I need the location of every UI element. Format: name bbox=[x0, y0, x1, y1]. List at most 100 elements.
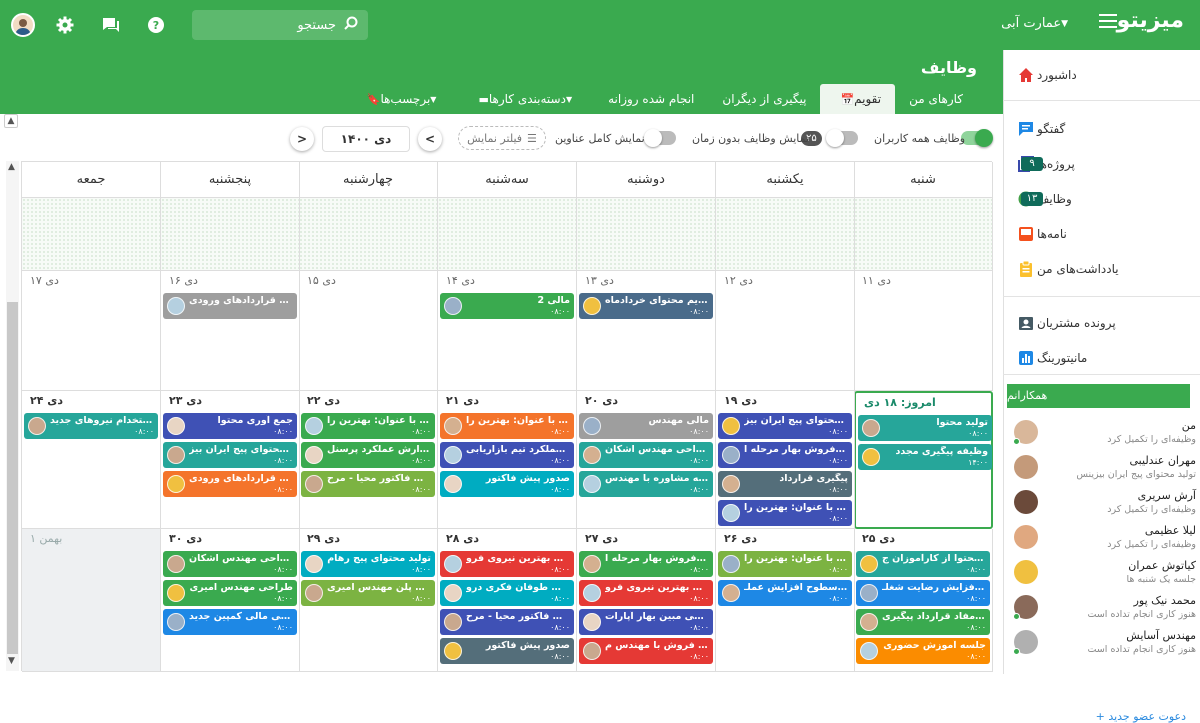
task-event[interactable]: بررسی قراردادهای ورودی bbox=[163, 293, 297, 319]
task-event[interactable]: طراحی پلن مهندس امیری۰۸:۰۰ bbox=[301, 580, 435, 606]
all-users-toggle[interactable] bbox=[961, 129, 993, 147]
task-event[interactable]: مقاله با عنوان: بهترین را...۰۸:۰۰ bbox=[718, 551, 852, 577]
task-event[interactable]: تولید محتوای پیج رهام ۰۸:۰۰ bbox=[301, 551, 435, 577]
sidebar-item[interactable]: وظایف ۱۳ bbox=[1003, 183, 1200, 215]
prev-month-button[interactable]: < bbox=[418, 127, 442, 151]
task-event[interactable]: طراحی مهندس اشکان ۰۸:۰۰ bbox=[579, 442, 713, 468]
calendar-day-cell[interactable]: ۱۹ دیتولید محتوای پیج ایران بیز...۰۸:۰۰ک… bbox=[716, 391, 855, 529]
tab-follow-up[interactable]: پیگیری از دیگران bbox=[708, 84, 820, 114]
task-event[interactable]: جلسه فروش با مهندس م...۰۸:۰۰ bbox=[579, 638, 713, 664]
all-day-area[interactable] bbox=[716, 198, 855, 271]
calendar-day-cell[interactable]: امروز: ۱۸ دی تولید محتوا ۰۸:۰۰ وظیفه پیگیری… bbox=[854, 391, 993, 529]
task-event[interactable]: گزارش عملکرد پرسنل ۰۸:۰۰ bbox=[301, 442, 435, 468]
calendar-day-cell[interactable]: ۱۱ دی bbox=[854, 271, 993, 391]
all-day-area[interactable] bbox=[854, 198, 993, 271]
all-day-area[interactable] bbox=[161, 198, 300, 271]
task-event[interactable]: لغو مفاد قرارداد پیگیری ...۰۸:۰۰ bbox=[856, 609, 990, 635]
tab-my-tasks[interactable]: کارهای من bbox=[895, 84, 977, 114]
gear-icon[interactable] bbox=[53, 13, 77, 37]
tab-labels[interactable]: 🔖 برچسب‌ها ▼ bbox=[347, 84, 459, 114]
calendar-day-cell[interactable]: ۱۵ دی bbox=[299, 271, 438, 391]
sidebar-item[interactable]: مانیتورینگ bbox=[1003, 342, 1200, 374]
task-event[interactable]: گزارش عملکرد تیم بازاریابی۰۸:۰۰ bbox=[440, 442, 574, 468]
colleague-item[interactable]: من وظیفه‌ای را تکمیل کرد bbox=[1006, 414, 1196, 449]
sidebar-item[interactable]: نامه‌ها bbox=[1003, 218, 1200, 250]
filter-button[interactable]: فیلتر نمایش ☰ bbox=[458, 126, 546, 150]
task-event[interactable]: وظیفه پیگیری مجدد ۱۴:۰۰ bbox=[858, 444, 992, 470]
colleague-item[interactable]: لیلا عظیمی وظیفه‌ای را تکمیل کرد bbox=[1006, 519, 1196, 554]
task-event[interactable]: طرح افزایش رضایت شغلـ...۰۸:۰۰ bbox=[856, 580, 990, 606]
task-event[interactable]: صدور پیش فاکتور ۰۸:۰۰ bbox=[440, 638, 574, 664]
calendar-day-cell[interactable]: ۱ بهمن bbox=[22, 529, 161, 672]
colleague-item[interactable]: مهندس آسایش هنوز کاری انجام تداده است bbox=[1006, 624, 1196, 659]
task-event[interactable]: صدور پیش فاکتور ۰۸:۰۰ bbox=[440, 471, 574, 497]
calendar-day-cell[interactable]: ۲۰ دی مالی مهندس ۰۸:۰۰ طراحی مهندس اشکان ۰۸:… bbox=[577, 391, 716, 529]
colleague-item[interactable]: محمد نیک پور هنوز کاری انجام تداده است bbox=[1006, 589, 1196, 624]
scroll-down-icon[interactable]: ▼ bbox=[8, 656, 15, 666]
chat-icon[interactable] bbox=[99, 13, 123, 37]
calendar-day-cell[interactable]: ۳۰ دی طراحی مهندس اشکان ۰۸:۰۰ طراحی مهندس ا… bbox=[161, 529, 300, 672]
task-event[interactable]: جلسه مشاوره با مهندس ...۰۸:۰۰ bbox=[579, 471, 713, 497]
all-day-area[interactable] bbox=[577, 198, 716, 271]
calendar-day-cell[interactable]: ۲۸ دیانتخاب بهترین نیروی فرو...۰۸:۰۰جلسا… bbox=[438, 529, 577, 672]
calendar-day-cell[interactable]: ۱۶ دی بررسی قراردادهای ورودی bbox=[161, 271, 300, 391]
full-titles-toggle[interactable] bbox=[644, 129, 676, 147]
task-event[interactable]: پیگیری فاکتور محیا - مرح...۰۸:۰۰ bbox=[301, 471, 435, 497]
calendar-day-cell[interactable]: ۱۲ دی bbox=[716, 271, 855, 391]
task-event[interactable]: انتخاب بهترین نیروی فرو...۰۸:۰۰ bbox=[579, 580, 713, 606]
calendar-day-cell[interactable]: ۲۱ دیمقاله با عنوان: بهترین را...۰۸:۰۰گز… bbox=[438, 391, 577, 529]
scroll-up-icon[interactable]: ▲ bbox=[8, 162, 15, 172]
tab-calendar[interactable]: 📅 تقویم bbox=[820, 84, 896, 114]
task-event[interactable]: مقاله با عنوان: بهترین را...۰۸:۰۰ bbox=[718, 500, 852, 526]
task-event[interactable]: کمپین فروش بهار مرحله ا...۰۸:۰۰ bbox=[718, 442, 852, 468]
task-event[interactable]: بررسی سطوح افزایش عملـ...۰۸:۰۰ bbox=[718, 580, 852, 606]
tab-categories[interactable]: ▬ دسته‌بندی کارها ▼ bbox=[458, 84, 594, 114]
sidebar-item[interactable]: پرونده مشتریان bbox=[1003, 307, 1200, 339]
sidebar-item[interactable]: یادداشت‌های من bbox=[1003, 253, 1200, 285]
all-day-area[interactable] bbox=[299, 198, 438, 271]
task-event[interactable]: بررسی مالی کمپین جدید ...۰۸:۰۰ bbox=[163, 609, 297, 635]
calendar-day-cell[interactable]: ۱۴ دی مالی 2 ۰۸:۰۰ bbox=[438, 271, 577, 391]
calendar-day-cell[interactable]: ۲۲ دیمقاله با عنوان: بهترین را...۰۸:۰۰گز… bbox=[299, 391, 438, 529]
calendar-day-cell[interactable]: ۱۷ دی bbox=[22, 271, 161, 391]
task-event[interactable]: مالی 2 ۰۸:۰۰ bbox=[440, 293, 574, 319]
all-day-area[interactable] bbox=[438, 198, 577, 271]
colleague-item[interactable]: آرش سریری وظیفه‌ای را تکمیل کرد bbox=[1006, 484, 1196, 519]
task-event[interactable]: مقاله با عنوان: بهترین را...۰۸:۰۰ bbox=[440, 413, 574, 439]
task-event[interactable]: جلسه آموزش حضوری ۰۸:۰۰ bbox=[856, 638, 990, 664]
invite-link[interactable]: + دعوت عضو جدید bbox=[1096, 710, 1186, 723]
task-event[interactable]: استخدام نیروهای جدید ۰۸:۰۰ bbox=[24, 413, 158, 439]
calendar-day-cell[interactable]: ۲۵ دیآزمون محتوا از کارآموزان ج...۰۸:۰۰ط… bbox=[854, 529, 993, 672]
colleague-item[interactable]: کیاتوش عمران جلسه یک شنبه ها bbox=[1006, 554, 1196, 589]
task-event[interactable]: مالی مهندس ۰۸:۰۰ bbox=[579, 413, 713, 439]
calendar-day-cell[interactable]: ۲۶ دیمقاله با عنوان: بهترین را...۰۸:۰۰بر… bbox=[716, 529, 855, 672]
tab-daily-done[interactable]: انجام شده روزانه bbox=[594, 84, 708, 114]
task-event[interactable]: تقویم محتوای خردادماه ۰۸:۰۰ bbox=[579, 293, 713, 319]
all-day-area[interactable] bbox=[22, 198, 161, 271]
task-event[interactable]: طراحی مهندس امیری ۰۸:۰۰ bbox=[163, 580, 297, 606]
sidebar-item[interactable]: داشبورد bbox=[1003, 59, 1200, 91]
task-event[interactable]: طراحی مهندس اشکان ۰۸:۰۰ bbox=[163, 551, 297, 577]
task-event[interactable]: مقاله با عنوان: بهترین را...۰۸:۰۰ bbox=[301, 413, 435, 439]
brand[interactable]: میزیتو bbox=[1087, 8, 1184, 33]
task-event[interactable]: تولید محتوای پیج ایران بیز...۰۸:۰۰ bbox=[718, 413, 852, 439]
scrollbar-thumb[interactable] bbox=[7, 302, 18, 654]
task-event[interactable]: تولید محتوا ۰۸:۰۰ bbox=[858, 415, 992, 441]
calendar-day-cell[interactable]: ۲۹ دیتولید محتوای پیج رهام۰۸:۰۰طراحی پلن… bbox=[299, 529, 438, 672]
task-event[interactable]: پیگیری قرارداد ۰۸:۰۰ bbox=[718, 471, 852, 497]
sidebar-item[interactable]: پروژه‌ها ۹ bbox=[1003, 148, 1200, 180]
search-input[interactable]: جستجو bbox=[192, 10, 368, 40]
calendar-day-cell[interactable]: ۲۷ دیکمپین فروش بهار مرحله ا...۰۸:۰۰انتخ… bbox=[577, 529, 716, 672]
task-event[interactable]: آزمون محتوا از کارآموزان ج...۰۸:۰۰ bbox=[856, 551, 990, 577]
task-event[interactable]: جمع آوری محتوا ۰۸:۰۰ bbox=[163, 413, 297, 439]
task-event[interactable]: بررسی قراردادهای ورودی۰۸:۰۰ bbox=[163, 471, 297, 497]
next-month-button[interactable]: > bbox=[290, 127, 314, 151]
task-event[interactable]: جلسات طوفان فکری درو...۰۸:۰۰ bbox=[440, 580, 574, 606]
colleague-item[interactable]: مهران عندلیبی تولید محتوای پیج ایران بیزی… bbox=[1006, 449, 1196, 484]
user-avatar[interactable] bbox=[11, 13, 35, 37]
help-icon[interactable]: ? bbox=[144, 13, 168, 37]
task-event[interactable]: انتخاب بهترین نیروی فرو...۰۸:۰۰ bbox=[440, 551, 574, 577]
menu-icon[interactable] bbox=[1098, 13, 1117, 28]
calendar-day-cell[interactable]: ۱۳ دی تقویم محتوای خردادماه ۰۸:۰۰ bbox=[577, 271, 716, 391]
task-event[interactable]: تولید محتوای پیج ایران بیز...۰۸:۰۰ bbox=[163, 442, 297, 468]
